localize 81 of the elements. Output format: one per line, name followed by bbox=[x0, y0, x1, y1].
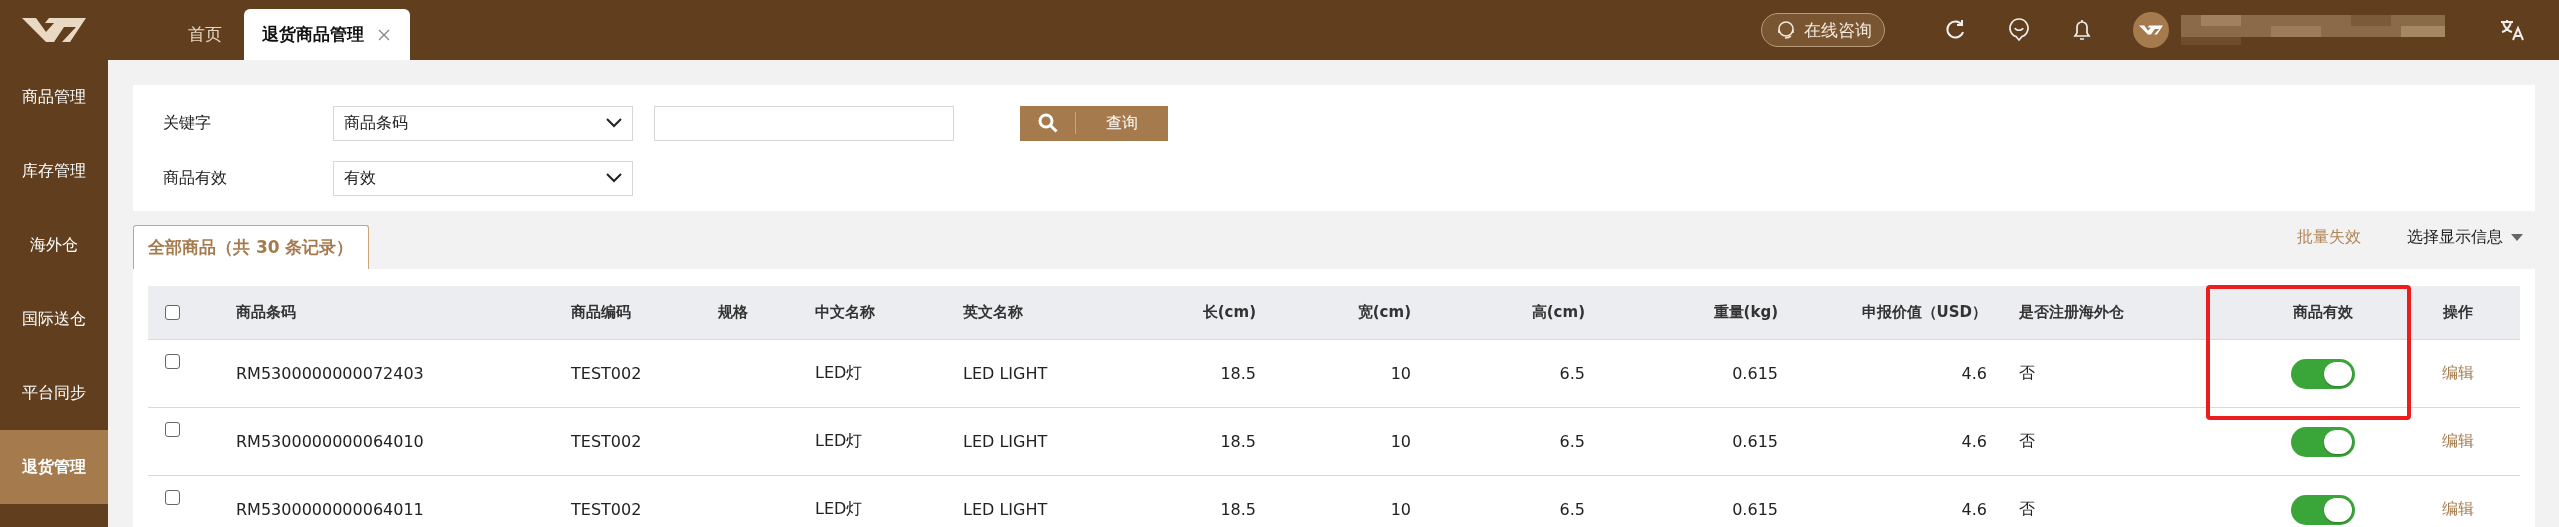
column-header: 高(cm) bbox=[1530, 302, 1586, 323]
caret-down-icon bbox=[2511, 233, 2523, 241]
table-cell-text: 0.615 bbox=[1731, 431, 1779, 453]
table-cell-text: 10 bbox=[1389, 431, 1412, 453]
table-cell-text: 0.615 bbox=[1731, 363, 1779, 385]
column-header: 商品编码 bbox=[570, 302, 632, 323]
column-header: 宽(cm) bbox=[1356, 302, 1412, 323]
table-cell-text: TEST002 bbox=[570, 499, 643, 521]
table-cell-text: 0.615 bbox=[1731, 499, 1779, 521]
sidebar-item[interactable]: 国际送仓 bbox=[0, 282, 108, 356]
column-header: 操作 bbox=[2443, 302, 2473, 323]
table-cell-text: TEST002 bbox=[570, 431, 643, 453]
column-header: 申报价值（USD） bbox=[1860, 302, 1988, 323]
smile-pin-icon[interactable] bbox=[2008, 18, 2030, 42]
table-cell-text: 否 bbox=[2018, 498, 2036, 520]
search-icon bbox=[1037, 113, 1058, 133]
keyword-label: 关键字 bbox=[163, 112, 212, 134]
edit-link[interactable]: 编辑 bbox=[2442, 499, 2474, 520]
chevron-down-icon bbox=[606, 118, 622, 128]
select-all-checkbox[interactable] bbox=[165, 305, 180, 320]
toggle-switch[interactable] bbox=[2291, 426, 2355, 457]
table-cell-text: LED灯 bbox=[814, 498, 864, 520]
valid-label: 商品有效 bbox=[163, 167, 228, 189]
edit-link[interactable]: 编辑 bbox=[2442, 431, 2474, 452]
table-cell-text: 4.6 bbox=[1960, 363, 1988, 385]
toggle-switch[interactable] bbox=[2291, 494, 2355, 525]
sidebar-item[interactable]: 海外仓 bbox=[0, 208, 108, 282]
column-header: 英文名称 bbox=[962, 302, 1024, 323]
row-checkbox[interactable] bbox=[165, 490, 180, 505]
page-tab[interactable]: 退货商品管理 bbox=[244, 9, 410, 60]
column-header: 商品有效 bbox=[2292, 302, 2354, 323]
table-cell-text: 6.5 bbox=[1558, 431, 1586, 453]
display-options-dropdown[interactable]: 选择显示信息 bbox=[2407, 226, 2523, 248]
valid-select[interactable]: 有效 bbox=[333, 160, 633, 196]
avatar-icon[interactable] bbox=[2133, 12, 2169, 48]
keyword-input[interactable] bbox=[654, 105, 954, 141]
query-button[interactable]: 查询 bbox=[1020, 105, 1168, 141]
row-checkbox[interactable] bbox=[165, 354, 180, 369]
sidebar-item[interactable]: 库存管理 bbox=[0, 134, 108, 208]
table-cell-text: 10 bbox=[1389, 363, 1412, 385]
logo-icon bbox=[22, 18, 86, 42]
table-cell-text: LED LIGHT bbox=[962, 363, 1049, 385]
table-cell-text: 6.5 bbox=[1558, 363, 1586, 385]
table-cell-text: RM5300000000064011 bbox=[235, 499, 425, 521]
row-checkbox[interactable] bbox=[165, 422, 180, 437]
column-header: 中文名称 bbox=[814, 302, 876, 323]
column-header: 长(cm) bbox=[1201, 302, 1257, 323]
table-cell-text: 否 bbox=[2018, 430, 2036, 452]
column-header: 重量(kg) bbox=[1712, 302, 1779, 323]
consult-button[interactable]: 在线咨询 bbox=[1761, 13, 1885, 47]
table-cell-text: 否 bbox=[2018, 362, 2036, 384]
sidebar-item[interactable]: 退货管理 bbox=[0, 430, 108, 504]
table-cell-text: LED LIGHT bbox=[962, 431, 1049, 453]
translate-icon[interactable] bbox=[2499, 18, 2525, 42]
table-cell-text: LED灯 bbox=[814, 430, 864, 452]
table-cell-text: RM5300000000064010 bbox=[235, 431, 425, 453]
close-icon[interactable] bbox=[378, 28, 390, 41]
chevron-down-icon bbox=[606, 173, 622, 183]
table-cell-text: 6.5 bbox=[1558, 499, 1586, 521]
table-cell-text: 4.6 bbox=[1960, 499, 1988, 521]
toggle-switch[interactable] bbox=[2291, 358, 2355, 389]
sidebar-item[interactable]: 商品管理 bbox=[0, 60, 108, 134]
table-cell-text: 18.5 bbox=[1219, 431, 1257, 453]
column-header: 规格 bbox=[717, 302, 749, 323]
column-header: 商品条码 bbox=[235, 302, 297, 323]
refresh-icon[interactable] bbox=[1944, 19, 1966, 41]
table-cell-text: RM5300000000072403 bbox=[235, 363, 425, 385]
bell-icon[interactable] bbox=[2072, 18, 2092, 42]
edit-link[interactable]: 编辑 bbox=[2442, 363, 2474, 384]
table-cell-text: LED LIGHT bbox=[962, 499, 1049, 521]
table-cell-text: TEST002 bbox=[570, 363, 643, 385]
table-cell-text: 10 bbox=[1389, 499, 1412, 521]
list-tab[interactable]: 全部商品（共 30 条记录） bbox=[133, 225, 369, 269]
page-tab[interactable]: 首页 bbox=[148, 9, 244, 60]
sidebar-item[interactable]: 平台同步 bbox=[0, 356, 108, 430]
keyword-type-select[interactable]: 商品条码 bbox=[333, 105, 633, 141]
table-cell-text: LED灯 bbox=[814, 362, 864, 384]
table-cell-text: 18.5 bbox=[1219, 499, 1257, 521]
column-header: 是否注册海外仓 bbox=[2018, 302, 2125, 323]
table-cell-text: 4.6 bbox=[1960, 431, 1988, 453]
table-cell-text: 18.5 bbox=[1219, 363, 1257, 385]
